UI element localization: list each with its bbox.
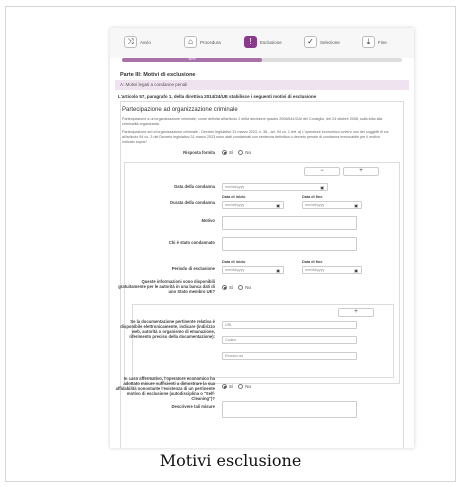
step-label: Avvio xyxy=(140,39,151,45)
step-esclusione[interactable]: ! Esclusione xyxy=(244,36,282,48)
check-circle-icon: ✓ xyxy=(304,36,317,48)
info-disponibili-radio-group: Sì No xyxy=(222,285,251,290)
radio-yes-label: Sì xyxy=(229,150,234,155)
inizio-caption: Data di inizio xyxy=(222,195,246,199)
url-input[interactable]: URL xyxy=(222,321,357,329)
emesso-input[interactable]: Emesso da xyxy=(222,352,357,360)
calendar-icon[interactable]: ▣ xyxy=(354,268,358,274)
building-icon: ⌂ xyxy=(184,36,197,48)
radio-no-label: No xyxy=(245,384,252,389)
radio-yes[interactable] xyxy=(222,150,227,155)
self-cleaning-label: In caso affermativo, l'operatore economi… xyxy=(115,376,215,401)
documentazione-label: Se la documentazione pertinente relativa… xyxy=(120,319,215,339)
periodo-esclusione-label: Periodo di esclusione xyxy=(171,266,215,271)
emesso-placeholder: Emesso da xyxy=(225,354,243,358)
periodo-fine-input[interactable]: mm/dd/yyyy ▣ xyxy=(302,266,362,274)
article-line: L'articolo 57, paragrafo 1, della dirett… xyxy=(118,94,317,99)
progress-text: 50% xyxy=(188,57,196,61)
criterion-description: Partecipazione a un'organizzazione crimi… xyxy=(122,117,383,126)
screenshot-frame: ⤨ Avvio ⌂ Procedura ! Esclusione ✓ Selez… xyxy=(5,6,456,482)
figure-caption: Motivi esclusione xyxy=(159,451,302,470)
durata-inizio-input[interactable]: mm/dd/yyyy ▣ xyxy=(222,201,284,209)
date-placeholder: mm/dd/yyyy xyxy=(225,268,245,272)
motivo-textarea[interactable] xyxy=(222,216,357,230)
criterion-national-description: Partecipazione ad un'organizzazione crim… xyxy=(122,130,389,144)
download-icon: ⤓ xyxy=(362,36,375,48)
radio-yes-label: Sì xyxy=(229,285,234,290)
radio-no-label: No xyxy=(245,285,252,290)
section-header[interactable]: A: Motivi legati a condanne penali xyxy=(115,80,409,90)
risposta-label: Risposta fornita xyxy=(183,150,215,155)
date-placeholder: mm/dd/yyyy xyxy=(305,268,325,272)
part-title: Parte III: Motivi di esclusione xyxy=(120,72,196,78)
radio-no-label: No xyxy=(245,150,252,155)
add-conviction-button[interactable]: + xyxy=(343,167,379,176)
form-window: ⤨ Avvio ⌂ Procedura ! Esclusione ✓ Selez… xyxy=(110,28,414,448)
self-cleaning-radio-group: Sì No xyxy=(222,384,251,389)
periodo-inizio-input[interactable]: mm/dd/yyyy ▣ xyxy=(222,266,284,274)
step-label: Fine xyxy=(378,39,387,45)
shuffle-icon: ⤨ xyxy=(124,36,137,48)
radio-yes[interactable] xyxy=(222,285,227,290)
stepper: ⤨ Avvio ⌂ Procedura ! Esclusione ✓ Selez… xyxy=(110,28,414,58)
chi-condannato-textarea[interactable] xyxy=(222,237,357,251)
date-placeholder: mm/dd/yyyy xyxy=(225,185,245,189)
descrivere-label: Descrivere tali misure xyxy=(171,404,215,409)
step-selezione[interactable]: ✓ Selezione xyxy=(304,36,340,48)
calendar-icon[interactable]: ▣ xyxy=(320,185,324,191)
radio-no[interactable] xyxy=(238,384,244,389)
remove-conviction-button[interactable]: − xyxy=(304,167,340,176)
data-condanna-label: Data della condanna xyxy=(174,184,215,189)
step-label: Procedura xyxy=(200,39,221,45)
codice-input[interactable]: Codice xyxy=(222,336,357,344)
progress-bar: 50% xyxy=(122,57,402,62)
step-avvio[interactable]: ⤨ Avvio xyxy=(124,36,151,48)
progress-fill: 50% xyxy=(122,57,262,62)
exclamation-icon: ! xyxy=(244,36,257,48)
date-placeholder: mm/dd/yyyy xyxy=(225,203,245,207)
info-disponibili-label: Queste informazioni sono disponibili gra… xyxy=(118,279,215,294)
motivo-label: Motivo xyxy=(201,218,216,223)
data-condanna-input[interactable]: mm/dd/yyyy ▣ xyxy=(222,183,328,191)
inizio-caption: Data di inizio xyxy=(222,260,246,264)
risposta-radio-group: Sì No xyxy=(222,150,251,155)
calendar-icon[interactable]: ▣ xyxy=(276,203,280,209)
step-label: Selezione xyxy=(320,39,340,45)
criterion-title: Partecipazione ad organizzazione crimina… xyxy=(122,107,238,113)
add-documentation-button[interactable]: + xyxy=(338,308,374,317)
calendar-icon[interactable]: ▣ xyxy=(354,203,358,209)
codice-placeholder: Codice xyxy=(225,338,237,342)
radio-yes-label: Sì xyxy=(229,384,234,389)
fine-caption: Data di fine xyxy=(302,195,323,199)
fine-caption: Data di fine xyxy=(302,260,323,264)
chi-condannato-label: Chi è stato condannato xyxy=(168,240,215,245)
radio-yes[interactable] xyxy=(222,384,227,389)
durata-fine-input[interactable]: mm/dd/yyyy ▣ xyxy=(302,201,362,209)
calendar-icon[interactable]: ▣ xyxy=(276,268,280,274)
url-placeholder: URL xyxy=(225,323,233,327)
descrivere-textarea[interactable] xyxy=(222,401,357,418)
durata-condanna-label: Durata della condanna xyxy=(170,200,215,205)
step-procedura[interactable]: ⌂ Procedura xyxy=(184,36,221,48)
radio-no[interactable] xyxy=(238,150,244,155)
step-label: Esclusione xyxy=(260,39,282,45)
radio-no[interactable] xyxy=(238,285,244,290)
date-placeholder: mm/dd/yyyy xyxy=(305,203,325,207)
step-fine[interactable]: ⤓ Fine xyxy=(362,36,387,48)
